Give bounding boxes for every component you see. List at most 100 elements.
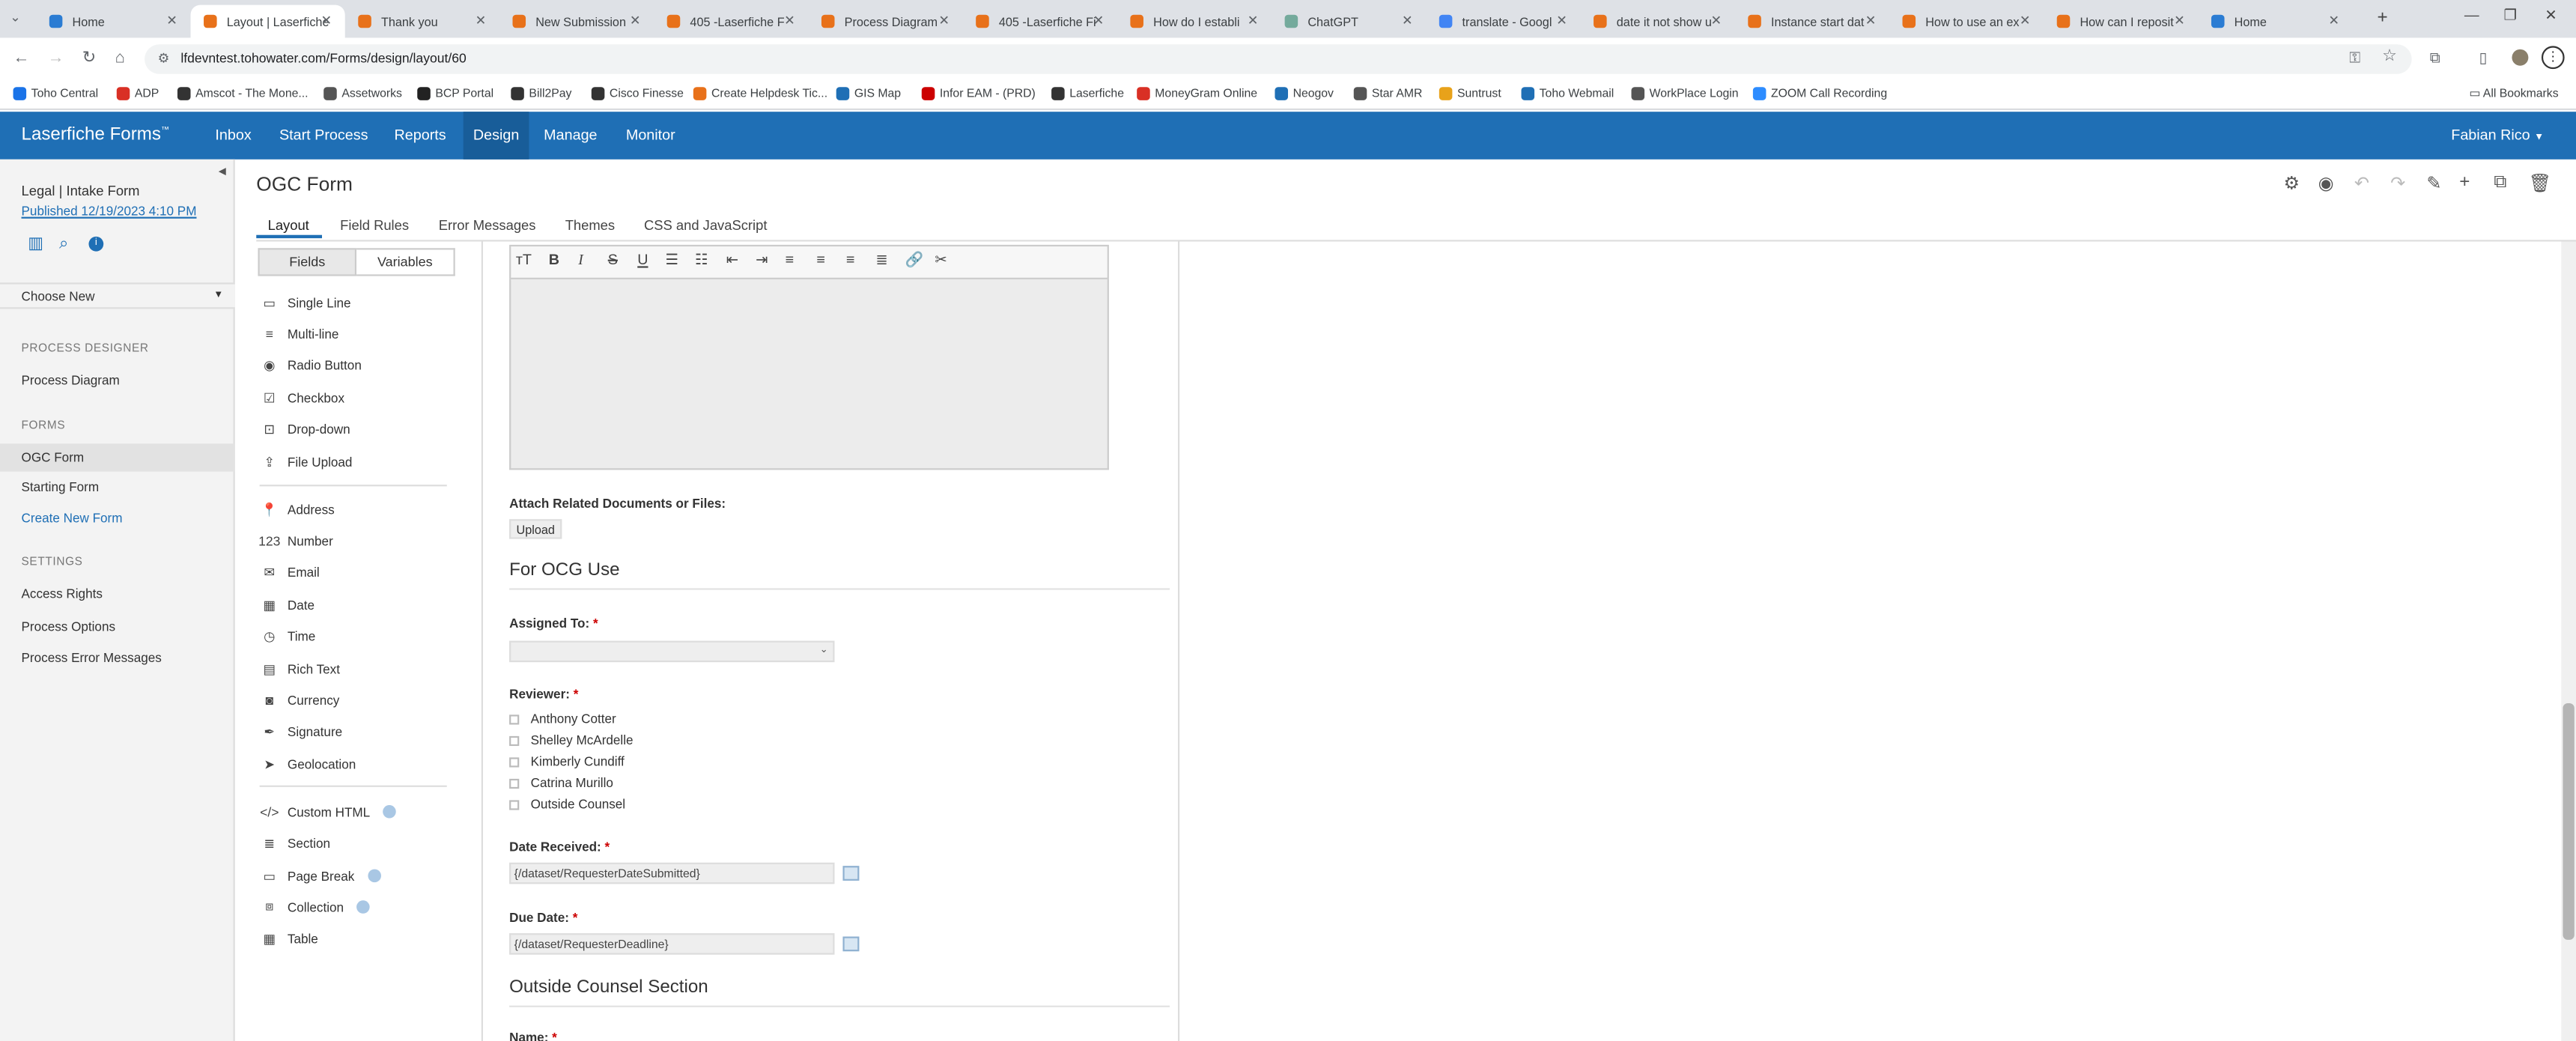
browser-tab[interactable]: date it not show u ✕ bbox=[1581, 5, 1735, 38]
close-tab-icon[interactable]: ✕ bbox=[2328, 13, 2339, 28]
justify-icon[interactable]: ≣ bbox=[875, 252, 888, 270]
link-icon[interactable]: 🔗 bbox=[905, 252, 924, 270]
numbered-list-icon[interactable]: ☷ bbox=[695, 252, 708, 270]
copy-icon[interactable]: ⧉ bbox=[2494, 172, 2506, 194]
sidebar-item-access-rights[interactable]: Access Rights bbox=[22, 586, 103, 601]
app-brand[interactable]: Laserfiche Forms™ bbox=[22, 125, 169, 145]
palette-currency[interactable]: ◙ Currency bbox=[261, 692, 339, 708]
nav-inbox[interactable]: Inbox bbox=[215, 127, 251, 143]
checkbox[interactable] bbox=[509, 799, 520, 810]
reviewer-option[interactable]: Catrina Murillo bbox=[509, 776, 613, 790]
bullet-list-icon[interactable]: ☰ bbox=[666, 252, 679, 270]
bookmark-item[interactable]: Star AMR bbox=[1353, 85, 1422, 100]
palette-rich-text[interactable]: ▤ Rich Text bbox=[261, 661, 340, 677]
palette-number[interactable]: 123 Number bbox=[258, 532, 333, 549]
site-info-icon[interactable]: ⚙ bbox=[158, 51, 170, 66]
checkbox[interactable] bbox=[509, 756, 520, 767]
palette-section[interactable]: ≣ Section bbox=[261, 834, 330, 851]
indent-icon[interactable]: ⇥ bbox=[756, 252, 768, 270]
close-tab-icon[interactable]: ✕ bbox=[321, 13, 332, 28]
palette-file-upload[interactable]: ⇪ File Upload bbox=[261, 454, 352, 470]
nav-monitor[interactable]: Monitor bbox=[626, 127, 675, 143]
bookmark-item[interactable]: Infor EAM - (PRD) bbox=[921, 85, 1036, 100]
bookmark-item[interactable]: Toho Webmail bbox=[1521, 85, 1614, 100]
rich-text-editor[interactable] bbox=[509, 279, 1109, 470]
side-panel-icon[interactable]: ▯ bbox=[2479, 49, 2488, 67]
palette-geolocation[interactable]: ➤ Geolocation bbox=[261, 756, 356, 772]
palette-custom-html[interactable]: </> Custom HTML bbox=[260, 804, 397, 820]
bookmark-item[interactable]: Cisco Finesse bbox=[591, 85, 684, 100]
restore-icon[interactable]: ❐ bbox=[2503, 7, 2517, 25]
browser-tab[interactable]: ChatGPT ✕ bbox=[1272, 5, 1426, 38]
palette-email[interactable]: ✉ Email bbox=[261, 564, 319, 580]
bookmark-item[interactable]: WorkPlace Login bbox=[1631, 85, 1739, 100]
close-tab-icon[interactable]: ✕ bbox=[784, 13, 795, 28]
sidebar-item-starting-form[interactable]: Starting Form bbox=[22, 480, 100, 495]
tab-themes[interactable]: Themes bbox=[565, 217, 615, 234]
help-icon[interactable] bbox=[356, 900, 371, 914]
browser-tab[interactable]: How can I reposit ✕ bbox=[2044, 5, 2198, 38]
align-right-icon[interactable]: ≡ bbox=[846, 252, 855, 268]
tab-css-javascript[interactable]: CSS and JavaScript bbox=[644, 217, 767, 234]
bold-icon[interactable]: B bbox=[549, 252, 559, 268]
reviewer-option[interactable]: Kimberly Cundiff bbox=[509, 754, 625, 769]
minimize-icon[interactable]: — bbox=[2464, 7, 2479, 23]
browser-tab[interactable]: Instance start dat ✕ bbox=[1735, 5, 1889, 38]
bookmark-star-icon[interactable]: ☆ bbox=[2382, 48, 2397, 66]
close-tab-icon[interactable]: ✕ bbox=[2020, 13, 2031, 28]
close-tab-icon[interactable]: ✕ bbox=[938, 13, 950, 28]
bookmark-item[interactable]: BCP Portal bbox=[417, 85, 493, 100]
nav-design[interactable]: Design bbox=[473, 127, 519, 143]
align-left-icon[interactable]: ≡ bbox=[786, 252, 795, 268]
key-icon[interactable]: ⚿ bbox=[2349, 49, 2360, 67]
date-received-input[interactable]: {/dataset/RequesterDateSubmitted} bbox=[509, 862, 835, 884]
close-tab-icon[interactable]: ✕ bbox=[1710, 13, 1722, 28]
sidebar-item-process-diagram[interactable]: Process Diagram bbox=[22, 373, 120, 388]
back-icon[interactable]: ← bbox=[13, 49, 30, 67]
close-tab-icon[interactable]: ✕ bbox=[166, 13, 177, 28]
close-tab-icon[interactable]: ✕ bbox=[630, 13, 641, 28]
bookmark-item[interactable]: ZOOM Call Recording bbox=[1752, 85, 1887, 100]
browser-tab[interactable]: Process Diagram ✕ bbox=[808, 5, 962, 38]
scissors-icon[interactable]: ✂ bbox=[935, 252, 947, 270]
profile-avatar[interactable] bbox=[2512, 49, 2529, 66]
all-bookmarks[interactable]: ▭ All Bookmarks bbox=[2469, 85, 2558, 100]
palette-table[interactable]: ▦ Table bbox=[261, 930, 318, 947]
info-icon[interactable]: i bbox=[88, 236, 104, 252]
bookmark-item[interactable]: ADP bbox=[116, 85, 159, 100]
preview-eye-icon[interactable]: ◉ bbox=[2318, 172, 2334, 194]
reports-chart-icon[interactable]: ▥ bbox=[28, 235, 43, 253]
palette-signature[interactable]: ✒ Signature bbox=[261, 723, 342, 739]
outdent-icon[interactable]: ⇤ bbox=[726, 252, 739, 270]
bookmark-item[interactable]: MoneyGram Online bbox=[1137, 85, 1257, 100]
checkbox[interactable] bbox=[509, 714, 520, 724]
browser-tab[interactable]: 405 -Laserfiche F ✕ bbox=[654, 5, 808, 38]
close-tab-icon[interactable]: ✕ bbox=[1248, 13, 1259, 28]
sidebar-item-ogc-form[interactable]: OGC Form bbox=[22, 450, 85, 465]
home-icon[interactable]: ⌂ bbox=[115, 49, 125, 67]
close-tab-icon[interactable]: ✕ bbox=[1865, 13, 1877, 28]
forward-icon[interactable]: → bbox=[48, 49, 64, 67]
browser-tab[interactable]: Layout | Laserfiche ✕ bbox=[190, 4, 345, 38]
nav-start-process[interactable]: Start Process bbox=[279, 127, 368, 143]
browser-tab[interactable]: translate - Googl ✕ bbox=[1426, 5, 1580, 38]
tab-field-rules[interactable]: Field Rules bbox=[340, 217, 409, 234]
close-tab-icon[interactable]: ✕ bbox=[476, 13, 487, 28]
close-tab-icon[interactable]: ✕ bbox=[2174, 13, 2185, 28]
bookmark-item[interactable]: Laserfiche bbox=[1051, 85, 1124, 100]
user-menu[interactable]: Fabian Rico ▼ bbox=[2451, 127, 2544, 143]
delete-icon[interactable]: 🗑 bbox=[2528, 172, 2551, 194]
help-icon[interactable] bbox=[367, 869, 381, 883]
font-size-icon[interactable]: ᴛT bbox=[516, 252, 532, 268]
nav-reports[interactable]: Reports bbox=[395, 127, 446, 143]
calendar-icon[interactable] bbox=[842, 936, 860, 952]
palette-tab-fields[interactable]: Fields bbox=[258, 248, 357, 276]
palette-checkbox[interactable]: ☑ Checkbox bbox=[261, 389, 344, 406]
browser-menu-icon[interactable]: ⋮ bbox=[2541, 46, 2565, 70]
url-text[interactable]: lfdevntest.tohowater.com/Forms/design/la… bbox=[180, 51, 466, 66]
browser-tab[interactable]: How do I establi ✕ bbox=[1117, 5, 1272, 38]
add-icon[interactable]: + bbox=[2459, 172, 2470, 192]
url-box[interactable] bbox=[145, 44, 2412, 74]
sidebar-item-process-error-messages[interactable]: Process Error Messages bbox=[22, 651, 162, 666]
reviewer-option[interactable]: Outside Counsel bbox=[509, 797, 625, 812]
